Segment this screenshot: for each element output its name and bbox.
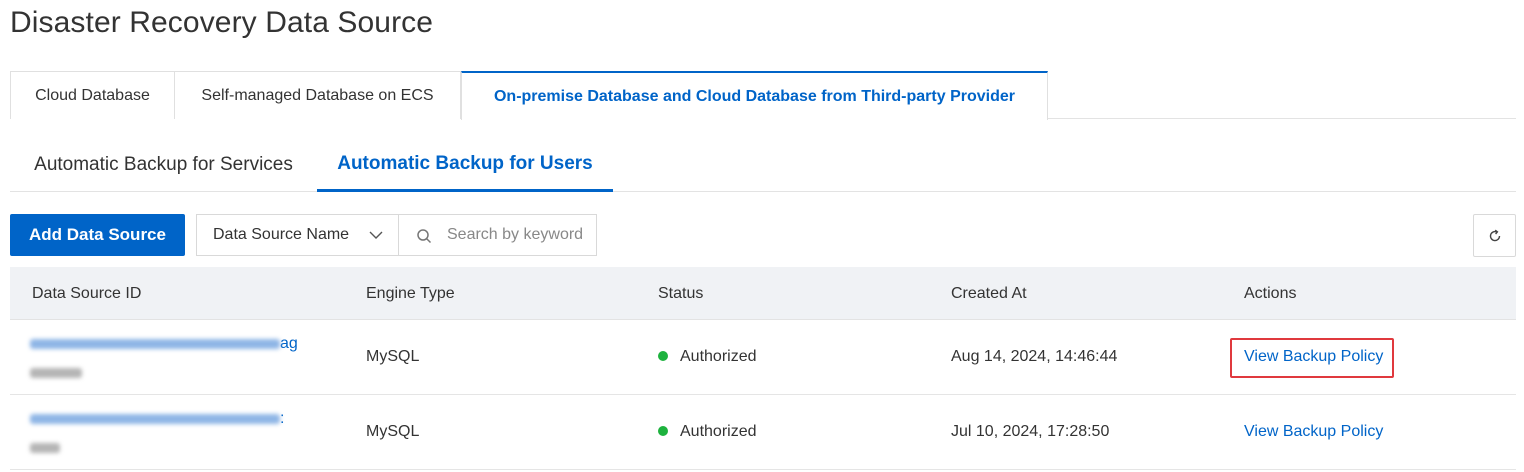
column-header-status: Status [658, 285, 704, 302]
tab-automatic-backup-for-services[interactable]: Automatic Backup for Services [10, 138, 317, 192]
secondary-tab-bar: Automatic Backup for Services Automatic … [10, 138, 1516, 192]
view-backup-policy-link[interactable]: View Backup Policy [1244, 423, 1383, 441]
refresh-button[interactable] [1473, 214, 1516, 257]
chevron-down-icon [369, 231, 383, 239]
created-at: Aug 14, 2024, 14:46:44 [951, 348, 1118, 365]
status-text: Authorized [680, 423, 757, 440]
status-text: Authorized [680, 348, 757, 365]
status-dot-icon [658, 350, 668, 361]
status-dot-icon [658, 425, 668, 436]
engine-type: MySQL [366, 423, 420, 440]
tab-on-premise-and-third-party-database[interactable]: On-premise Database and Cloud Database f… [461, 71, 1048, 120]
filter-field-select[interactable]: Data Source Name [196, 214, 399, 256]
engine-type: MySQL [366, 348, 420, 365]
redacted-id [30, 338, 280, 349]
tab-cloud-database[interactable]: Cloud Database [10, 71, 175, 119]
redacted-id [30, 413, 280, 424]
highlight-annotation-box [1230, 338, 1394, 378]
redacted-secondary-text [30, 439, 60, 457]
page-title: Disaster Recovery Data Source [10, 6, 434, 39]
search-icon [417, 229, 432, 244]
status-cell: Authorized [658, 423, 757, 441]
data-source-id-suffix: ag [280, 335, 298, 352]
status-cell: Authorized [658, 348, 757, 366]
column-header-data-source-id: Data Source ID [32, 285, 142, 302]
data-source-id-link[interactable]: ag [30, 335, 298, 353]
created-at: Jul 10, 2024, 17:28:50 [951, 423, 1110, 440]
data-source-id-suffix: : [280, 410, 285, 427]
column-header-engine-type: Engine Type [366, 285, 455, 302]
tab-self-managed-database-on-ecs[interactable]: Self-managed Database on ECS [174, 71, 461, 119]
tab-automatic-backup-for-users[interactable]: Automatic Backup for Users [317, 138, 613, 192]
data-source-id-link[interactable]: : [30, 410, 284, 428]
search-box[interactable] [398, 214, 597, 256]
search-input[interactable] [447, 215, 587, 255]
column-header-created-at: Created At [951, 285, 1027, 302]
filter-field-selected-value: Data Source Name [213, 226, 350, 243]
table-row: : MySQL Authorized Jul 10, 2024, 17:28:5… [10, 395, 1516, 470]
column-header-actions: Actions [1244, 285, 1297, 302]
add-data-source-button[interactable]: Add Data Source [10, 214, 185, 256]
table-header: Data Source ID Engine Type Status Create… [10, 267, 1516, 320]
primary-tab-bar: Cloud Database Self-managed Database on … [10, 71, 1516, 120]
refresh-icon [1489, 229, 1500, 241]
redacted-secondary-text [30, 364, 82, 382]
